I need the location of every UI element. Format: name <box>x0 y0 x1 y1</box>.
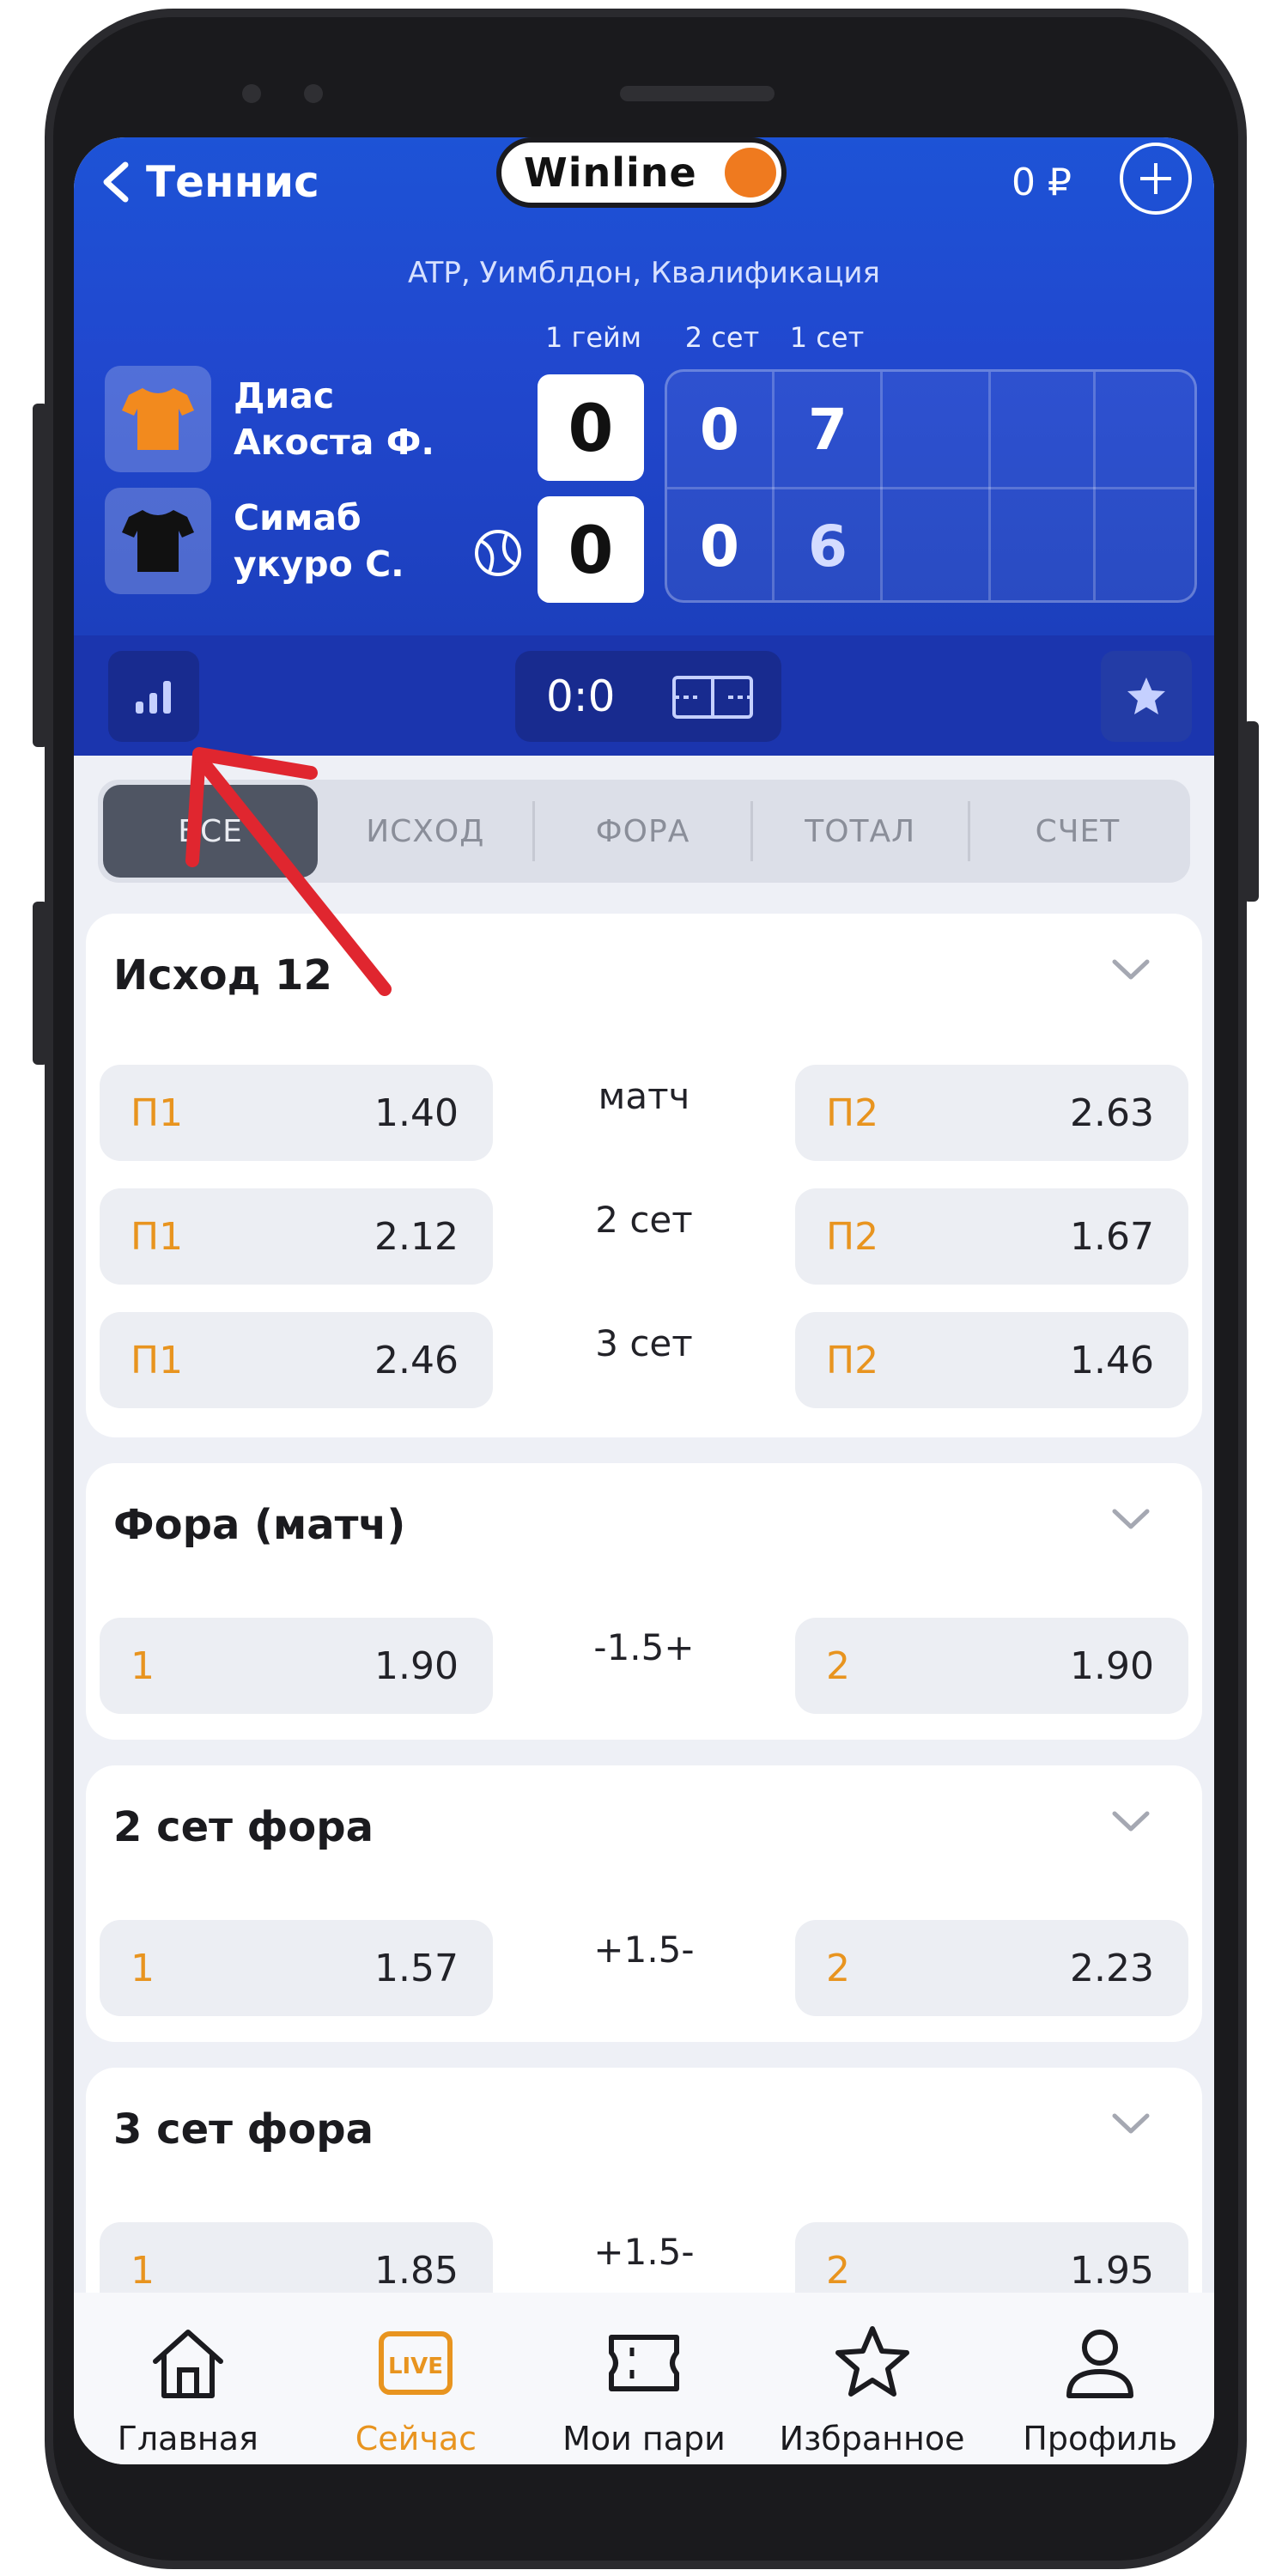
chevron-down-icon[interactable] <box>1109 1807 1152 1834</box>
phone-sensor <box>304 84 323 103</box>
tennis-court-icon <box>672 676 753 719</box>
nav-profile[interactable]: Профиль <box>993 2322 1207 2464</box>
market-line: 2 сет <box>595 1199 693 1241</box>
match-header: Теннис Winline 0 ₽ ATP, Уимблдон, Квалиф… <box>74 137 1214 756</box>
tab-handicap[interactable]: ФОРА <box>535 785 750 878</box>
svg-text:LIVE: LIVE <box>388 2354 443 2379</box>
odds-button[interactable]: П2 1.46 <box>795 1312 1188 1408</box>
back-button[interactable]: Теннис <box>98 148 319 216</box>
back-label: Теннис <box>146 157 319 207</box>
market-line: матч <box>598 1075 690 1117</box>
header-action-bar: 0:0 <box>74 635 1214 756</box>
nav-label: Профиль <box>1023 2420 1178 2458</box>
column-set2: 2 сет <box>684 321 760 354</box>
bottom-navigation: Главная LIVE Сейчас Мои пари Избранное П… <box>74 2293 1214 2464</box>
current-score-button[interactable]: 0:0 <box>515 651 781 742</box>
set1-score: 7 <box>808 396 848 463</box>
set2-score: 0 <box>700 396 739 463</box>
logo-text: Winline <box>524 149 697 196</box>
nav-home[interactable]: Главная <box>81 2322 295 2464</box>
phone-camera <box>242 84 261 103</box>
tab-all[interactable]: ВСЕ <box>103 785 319 878</box>
market-card: Фора (матч) 1 1.90 -1.5+ 2 1.90 <box>86 1463 1202 1740</box>
market-title: Исход 12 <box>113 951 332 999</box>
app-screen: Теннис Winline 0 ₽ ATP, Уимблдон, Квалиф… <box>74 137 1214 2464</box>
chevron-left-icon <box>103 161 129 203</box>
nav-live[interactable]: LIVE Сейчас <box>308 2322 523 2464</box>
nav-label: Главная <box>117 2420 258 2458</box>
set2-score: 0 <box>700 513 739 580</box>
game-score: 0 <box>538 496 644 603</box>
market-title: 2 сет фора <box>113 1803 374 1851</box>
column-set1: 1 сет <box>789 321 865 354</box>
player-row: Симаб укуро С. <box>105 488 448 594</box>
set1-score: 6 <box>808 513 848 580</box>
odds-button[interactable]: 2 2.23 <box>795 1920 1188 2016</box>
odds-button[interactable]: 1 1.90 <box>100 1618 493 1714</box>
star-icon <box>1127 677 1165 714</box>
market-title: 3 сет фора <box>113 2105 374 2154</box>
game-score: 0 <box>538 374 644 481</box>
chevron-down-icon[interactable] <box>1109 955 1152 982</box>
tournament-name: ATP, Уимблдон, Квалификация <box>408 256 880 290</box>
chevron-down-icon[interactable] <box>1109 2109 1152 2136</box>
market-line: +1.5- <box>593 1929 695 1971</box>
live-icon: LIVE <box>379 2331 453 2395</box>
current-score: 0:0 <box>546 671 616 721</box>
tab-score[interactable]: СЧЕТ <box>970 785 1185 878</box>
odds-button[interactable]: 1 1.57 <box>100 1920 493 2016</box>
jersey-icon <box>105 488 211 594</box>
deposit-button[interactable] <box>1120 143 1192 215</box>
phone-side-button <box>33 404 48 747</box>
phone-speaker <box>620 86 775 101</box>
chevron-down-icon[interactable] <box>1109 1504 1152 1532</box>
logo-ball-icon <box>725 148 776 197</box>
plus-icon <box>1140 163 1171 194</box>
market-filter-tabs: ВСЕ ИСХОД ФОРА ТОТАЛ СЧЕТ <box>98 780 1190 883</box>
tennis-ball-serve-icon <box>475 530 521 576</box>
home-icon <box>152 2330 223 2398</box>
nav-label: Сейчас <box>355 2420 477 2458</box>
jersey-icon <box>105 366 211 472</box>
market-line: -1.5+ <box>593 1626 695 1668</box>
set-scores-table: 0 7 0 6 <box>665 369 1197 603</box>
market-line: +1.5- <box>593 2231 695 2273</box>
player-row: Диас Акоста Ф. <box>105 366 448 472</box>
odds-button[interactable]: П1 1.40 <box>100 1065 493 1161</box>
market-card: Исход 12 П1 1.40 матч П2 2.63 П1 2.12 2 сет… <box>86 914 1202 1437</box>
market-title: Фора (матч) <box>113 1501 406 1549</box>
odds-button[interactable]: П2 1.67 <box>795 1188 1188 1285</box>
market-card: 2 сет фора 1 1.57 +1.5- 2 2.23 <box>86 1765 1202 2042</box>
winline-logo: Winline <box>496 137 787 208</box>
nav-favorites[interactable]: Избранное <box>765 2322 980 2464</box>
nav-my-bets[interactable]: Мои пари <box>537 2322 751 2464</box>
profile-icon <box>1066 2330 1134 2398</box>
column-game: 1 гейм <box>545 321 641 354</box>
phone-side-button <box>33 902 48 1065</box>
tab-total[interactable]: ТОТАЛ <box>753 785 968 878</box>
odds-button[interactable]: П2 2.63 <box>795 1065 1188 1161</box>
odds-button[interactable]: 2 1.90 <box>795 1618 1188 1714</box>
phone-side-button <box>1243 721 1259 902</box>
nav-label: Мои пари <box>562 2420 726 2458</box>
player-name: Диас Акоста Ф. <box>234 375 434 463</box>
odds-button[interactable]: П1 2.46 <box>100 1312 493 1408</box>
bar-chart-icon <box>136 681 171 714</box>
nav-label: Избранное <box>779 2420 965 2458</box>
odds-button[interactable]: П1 2.12 <box>100 1188 493 1285</box>
ticket-icon <box>608 2335 679 2391</box>
tab-outcome[interactable]: ИСХОД <box>318 785 532 878</box>
star-icon <box>835 2326 909 2397</box>
favorite-button[interactable] <box>1101 651 1192 742</box>
player-name: Симаб укуро С. <box>234 497 404 585</box>
statistics-button[interactable] <box>108 651 199 742</box>
balance[interactable]: 0 ₽ <box>1012 148 1072 216</box>
market-line: 3 сет <box>595 1322 693 1364</box>
